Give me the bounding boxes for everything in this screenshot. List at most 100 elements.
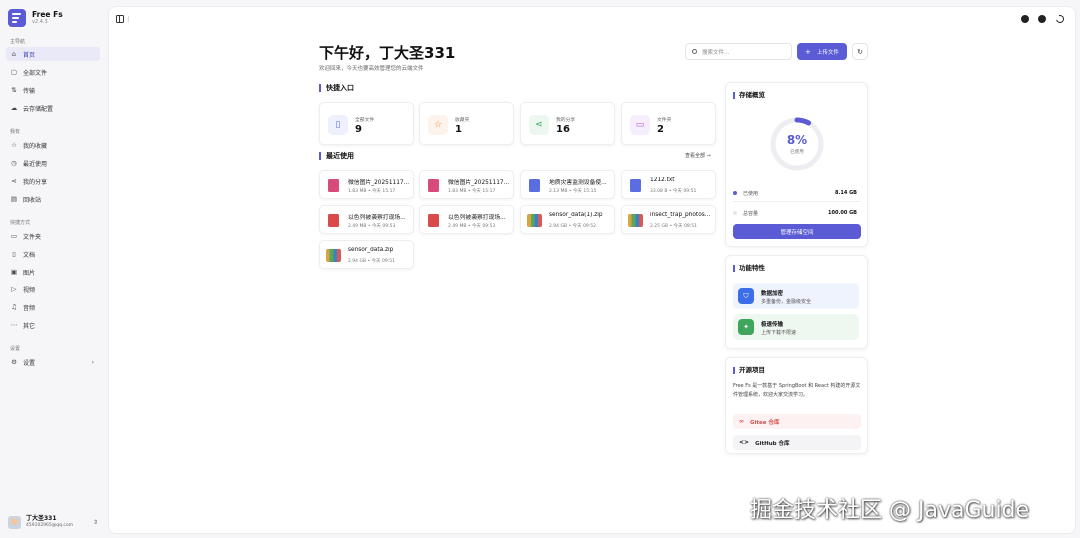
watermark: 掘金技术社区 @ JavaGuide (750, 498, 1030, 523)
feature-title: 数据加密 (761, 291, 784, 297)
file-name: 微信图片_20251117... (348, 180, 410, 186)
sidebar-item-favorites[interactable]: ☆ 我的收藏 (6, 138, 100, 152)
search-icon (692, 49, 697, 54)
sidebar-item-recent[interactable]: ◷ 最近使用 (6, 156, 100, 170)
sidebar-item-images[interactable]: ▣ 图片 (6, 265, 100, 279)
app-version: v2.4.3 (32, 19, 48, 25)
sidebar-item-videos[interactable]: ▷ 视频 (6, 282, 100, 296)
sidebar-item-audio[interactable]: ♫ 音频 (6, 300, 100, 314)
storage-title: 存储概览 (733, 92, 765, 99)
search-placeholder: 搜索文件... (702, 49, 730, 56)
sidebar-item-label: 我的分享 (23, 178, 48, 186)
sidebar-item-transfer[interactable]: ⇅ 传输 (6, 83, 100, 97)
file-name: 地质灾害监测设备使... (549, 180, 607, 186)
folder-icon: ▭ (10, 232, 18, 240)
sidebar-item-cloud-config[interactable]: ☁ 云存储配置 (6, 101, 100, 115)
opensource-panel: 开源项目 Free Fs 是一款基于 SpringBoot 和 React 构建… (725, 357, 868, 454)
user-menu[interactable]: 丁大圣331 459102965@qq.com ⇕ (8, 513, 100, 531)
sidebar-item-documents[interactable]: ▯ 文档 (6, 247, 100, 261)
file-name: 1212.txt (650, 177, 675, 183)
file-time: 今天 09:53 (371, 224, 396, 229)
file-size: 2.13 MB (549, 189, 568, 194)
recent-file-card[interactable]: insect_trap_photos... 2.25 GB • 今天 09:51 (621, 205, 716, 234)
recent-file-card[interactable]: 1212.txt 33.08 B • 今天 09:51 (621, 170, 716, 199)
sidebar-item-shares[interactable]: ⋖ 我的分享 (6, 174, 100, 188)
file-size: 1.83 MB (348, 189, 367, 194)
share-icon: ⋖ (11, 177, 17, 185)
user-email: 459102965@qq.com (26, 523, 74, 528)
github-icon[interactable] (1021, 15, 1029, 23)
recent-file-card[interactable]: 以色列被袭察打现场... 2.49 MB • 今天 09:53 (419, 205, 514, 234)
img-file-icon (328, 179, 339, 192)
brand[interactable]: Free Fs v2.4.3 (8, 9, 63, 27)
zip-file-icon (326, 249, 341, 262)
feature-desc: 上传下载不限速 (761, 330, 797, 336)
quick-card[interactable]: ▯ 全部文件 9 (319, 102, 414, 145)
user-name: 丁大圣331 (26, 515, 57, 522)
recent-file-card[interactable]: 地质灾害监测设备使... 2.13 MB • 今天 15:15 (520, 170, 615, 199)
file-size: 2.49 MB (448, 224, 467, 229)
quick-card[interactable]: ▭ 文件夹 2 (621, 102, 716, 145)
theme-toggle-icon[interactable] (1054, 13, 1066, 25)
sidebar-item-folders[interactable]: ▭ 文件夹 (6, 229, 100, 243)
sidebar-item-label: 其它 (23, 322, 36, 330)
sidebar-item-other[interactable]: ⋯ 其它 (6, 318, 100, 332)
recent-file-card[interactable]: 以色列被袭察打现场... 2.49 MB • 今天 09:53 (319, 205, 414, 234)
gitee-icon[interactable] (1038, 15, 1046, 23)
sidebar-item-label: 首页 (23, 51, 36, 59)
total-row: 总容量 100.00 GB (733, 206, 861, 220)
features-title: 功能特性 (733, 265, 765, 272)
file-meta: 1.83 MB • 今天 15:17 (348, 189, 396, 194)
share-icon: ⋖ (529, 115, 549, 135)
sidebar-item-home[interactable]: ⌂ 首页 (6, 47, 100, 61)
sidebar-item-label: 云存储配置 (23, 105, 54, 113)
refresh-button[interactable]: ↻ (852, 43, 868, 60)
nav-section-shortcuts: 快捷方式 (10, 220, 31, 226)
search-input[interactable]: 搜索文件... (685, 43, 792, 60)
gear-icon: ⚙ (11, 358, 17, 366)
recent-file-card[interactable]: 微信图片_20251117... 1.83 MB • 今天 15:17 (319, 170, 414, 199)
total-dot (733, 211, 737, 215)
sidebar-item-label: 视频 (23, 286, 36, 294)
file-name: sensor_data.zip (348, 247, 394, 253)
file-time: 今天 15:17 (371, 189, 396, 194)
recent-file-card[interactable]: sensor_data(1).zip 2.94 GB • 今天 09:52 (520, 205, 615, 234)
sidebar-item-settings[interactable]: ⚙ 设置 › (6, 355, 100, 369)
refresh-icon: ↻ (857, 47, 863, 56)
quick-access-title: 快捷入口 (319, 84, 354, 92)
recent-file-card[interactable]: sensor_data.zip 2.94 GB • 今天 09:51 (319, 240, 414, 269)
sidebar-item-label: 最近使用 (23, 160, 48, 168)
file-name: 微信图片_20251117... (448, 180, 510, 186)
quick-card[interactable]: ☆ 收藏夹 1 (419, 102, 514, 145)
sidebar-item-trash[interactable]: ▤ 回收站 (6, 192, 100, 206)
file-meta: 2.13 MB • 今天 15:15 (549, 189, 597, 194)
sidebar-item-label: 文件夹 (23, 233, 42, 241)
video-icon: ▷ (11, 285, 17, 293)
more-icon: ⋯ (10, 321, 18, 329)
quick-card[interactable]: ⋖ 我的分享 16 (520, 102, 615, 145)
manage-storage-button[interactable]: 管理存储空间 (733, 224, 861, 239)
pdf-file-icon (428, 214, 439, 227)
storage-panel: 存储概览 8% 已使用 已使用 8.14 GB 总容量 100.00 GB 管理… (725, 82, 868, 247)
gitee-repo-button[interactable]: ∞ Gitee 仓库 (733, 414, 861, 429)
file-icon: ▯ (328, 115, 348, 135)
sidebar-toggle-icon[interactable] (116, 15, 124, 23)
github-repo-button[interactable]: <> GitHub 仓库 (733, 435, 861, 450)
recent-file-card[interactable]: 微信图片_20251117... 1.83 MB • 今天 15:17 (419, 170, 514, 199)
sidebar-item-label: 传输 (23, 87, 36, 95)
recent-title: 最近使用 (319, 152, 354, 160)
app-name: Free Fs (32, 10, 63, 19)
quick-card-value: 16 (556, 124, 570, 135)
file-time: 今天 15:15 (572, 189, 597, 194)
upload-button[interactable]: + 上传文件 (797, 43, 847, 60)
file-time: 今天 15:17 (471, 189, 496, 194)
sidebar-item-all-files[interactable]: ▢ 全部文件 (6, 65, 100, 79)
view-all-link[interactable]: 查看全部 → (685, 152, 711, 159)
feature-encryption: ⛉ 数据加密 多重备份，金融级安全 (733, 283, 859, 309)
file-meta: 2.94 GB • 今天 09:52 (549, 224, 596, 229)
sidebar-item-label: 文档 (23, 251, 36, 259)
page-title: 下午好，丁大圣331 (319, 44, 456, 62)
storage-percent: 8% (786, 133, 808, 147)
file-size: 1.83 MB (448, 189, 467, 194)
feature-title: 极速传输 (761, 322, 784, 328)
